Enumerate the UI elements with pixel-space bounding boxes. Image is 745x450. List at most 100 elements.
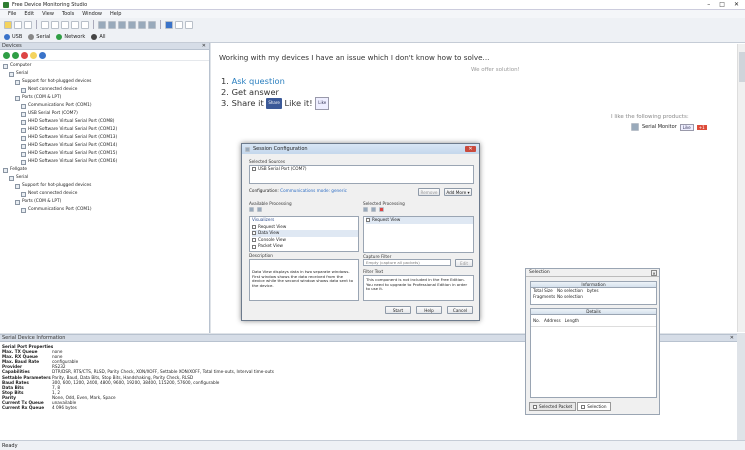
tree-node-label: Next connected device [28, 191, 78, 196]
tree-node[interactable]: Support for hot-plugged devices [0, 78, 209, 86]
tree-view-icon[interactable] [249, 207, 254, 212]
tree-node[interactable]: Computer [0, 62, 209, 70]
filter-text-box[interactable]: This component is not included in the Fr… [363, 275, 474, 301]
configuration-link[interactable]: Communications mode: generic [280, 188, 347, 193]
filter-all[interactable]: All [91, 33, 106, 40]
move-down-icon[interactable] [371, 207, 376, 212]
main-toolbar [0, 18, 745, 31]
tree-node[interactable]: HHD Software Virtual Serial Port (COM13) [0, 134, 209, 142]
menu-edit[interactable]: Edit [24, 11, 34, 17]
facebook-share-button[interactable]: Share [266, 98, 282, 109]
tree-node[interactable]: Ports (COM & LPT) [0, 198, 209, 206]
tree-node[interactable]: HHD Software Virtual Serial Port (COM14) [0, 142, 209, 150]
stop-icon[interactable] [21, 51, 28, 59]
bookmark-icon[interactable] [108, 20, 116, 29]
col-address[interactable]: Address [544, 318, 561, 323]
tree-node[interactable]: HHD Software Virtual Serial Port (COM8) [0, 118, 209, 126]
selected-list[interactable]: Request View [363, 216, 474, 253]
cancel-button[interactable]: Cancel [447, 306, 473, 314]
open-icon[interactable] [14, 20, 22, 29]
content-scrollbar[interactable] [737, 44, 745, 332]
tree-node[interactable]: Serial [0, 174, 209, 182]
minimize-icon[interactable]: – [707, 1, 710, 8]
tab-selected-packet[interactable]: Selected Packet [529, 402, 577, 411]
view-icon[interactable] [138, 20, 146, 29]
close-icon[interactable]: ✕ [734, 1, 739, 8]
move-up-icon[interactable] [363, 207, 368, 212]
paste-icon[interactable] [61, 20, 69, 29]
settings-icon[interactable] [175, 20, 183, 29]
available-list[interactable]: Visualizers Request View Data View Conso… [249, 216, 359, 252]
save-icon[interactable] [24, 20, 32, 29]
maximize-icon[interactable]: □ [719, 1, 725, 8]
filter-usb[interactable]: USB [4, 33, 22, 40]
delete-icon[interactable] [379, 207, 384, 212]
menu-file[interactable]: File [8, 11, 16, 17]
start-icon[interactable] [3, 51, 10, 59]
tree-node[interactable]: Ports (COM & LPT) [0, 94, 209, 102]
find-icon[interactable] [98, 20, 106, 29]
fragments-value: No selection [557, 293, 583, 299]
connect-icon[interactable] [165, 20, 173, 29]
list-item[interactable]: Request View [252, 224, 358, 231]
menu-help[interactable]: Help [110, 11, 121, 17]
col-no[interactable]: No. [533, 318, 540, 323]
tree-node[interactable]: Fellgate [0, 166, 209, 174]
menu-view[interactable]: View [42, 11, 54, 17]
tree-node[interactable]: Support for hot-plugged devices [0, 182, 209, 190]
list-item[interactable]: Packet View [252, 243, 358, 250]
capture-filter-select[interactable]: Empty (capture all packets) [363, 259, 451, 266]
list-item[interactable]: Console View [252, 237, 358, 244]
ask-question-link[interactable]: Ask question [232, 76, 285, 86]
close-icon[interactable]: ✕ [202, 43, 209, 49]
tab-selection[interactable]: Selection [577, 402, 611, 411]
tree-node[interactable]: HHD Software Virtual Serial Port (COM15) [0, 150, 209, 158]
tools-icon[interactable] [118, 20, 126, 29]
properties-icon[interactable] [39, 51, 46, 59]
tree-node[interactable]: Communications Port (COM1) [0, 206, 209, 214]
dialog-title-bar: Session Configuration ✕ [242, 144, 479, 154]
new-session-icon[interactable] [4, 20, 12, 29]
add-more-button[interactable]: Add More ▾ [444, 188, 472, 196]
filter-icon[interactable] [128, 20, 136, 29]
tree-node[interactable]: Next connected device [0, 190, 209, 198]
dialog-close-icon[interactable]: ✕ [465, 146, 476, 152]
visualizers-group[interactable]: Visualizers [252, 217, 358, 224]
help-button[interactable]: Help [416, 306, 442, 314]
sources-list[interactable]: USB Serial Port (COM7) [249, 165, 474, 184]
tree-node[interactable]: HHD Software Virtual Serial Port (COM12) [0, 126, 209, 134]
close-icon[interactable]: ✕ [651, 269, 657, 276]
print-icon[interactable] [148, 20, 156, 29]
list-item[interactable]: Request View [366, 217, 473, 224]
menu-window[interactable]: Window [82, 11, 102, 17]
tree-node[interactable]: Next connected device [0, 86, 209, 94]
filter-serial[interactable]: Serial [28, 33, 50, 40]
close-icon[interactable]: ✕ [730, 335, 737, 341]
filter-network[interactable]: Network [56, 33, 85, 40]
edit-filter-button[interactable]: Edit [455, 259, 473, 267]
scroll-thumb[interactable] [739, 52, 745, 82]
product-like-button[interactable]: Like [679, 123, 694, 131]
copy-icon[interactable] [51, 20, 59, 29]
menu-tools[interactable]: Tools [62, 11, 74, 17]
undo-icon[interactable] [71, 20, 79, 29]
remove-button[interactable]: Remove [418, 188, 440, 196]
play-icon[interactable] [12, 51, 19, 59]
plus-one-button[interactable]: +1 [696, 124, 707, 130]
tree-node[interactable]: HHD Software Virtual Serial Port (COM16) [0, 158, 209, 166]
redo-icon[interactable] [81, 20, 89, 29]
selected-toolbar [363, 207, 384, 212]
col-length[interactable]: Length [565, 318, 579, 323]
tree-node[interactable]: Serial [0, 70, 209, 78]
calculator-icon[interactable] [185, 20, 193, 29]
product-name[interactable]: Serial Monitor [642, 124, 677, 130]
tree-node[interactable]: Communications Port (COM1) [0, 102, 209, 110]
cut-icon[interactable] [41, 20, 49, 29]
list-item[interactable]: Data View [252, 230, 358, 237]
tree-node[interactable]: USB Serial Port (COM7) [0, 110, 209, 118]
start-button[interactable]: Start [385, 306, 411, 314]
add-icon[interactable] [30, 51, 37, 59]
port-icon [21, 119, 26, 125]
add-processing-icon[interactable] [257, 207, 262, 212]
like-button[interactable]: Like [315, 97, 330, 110]
